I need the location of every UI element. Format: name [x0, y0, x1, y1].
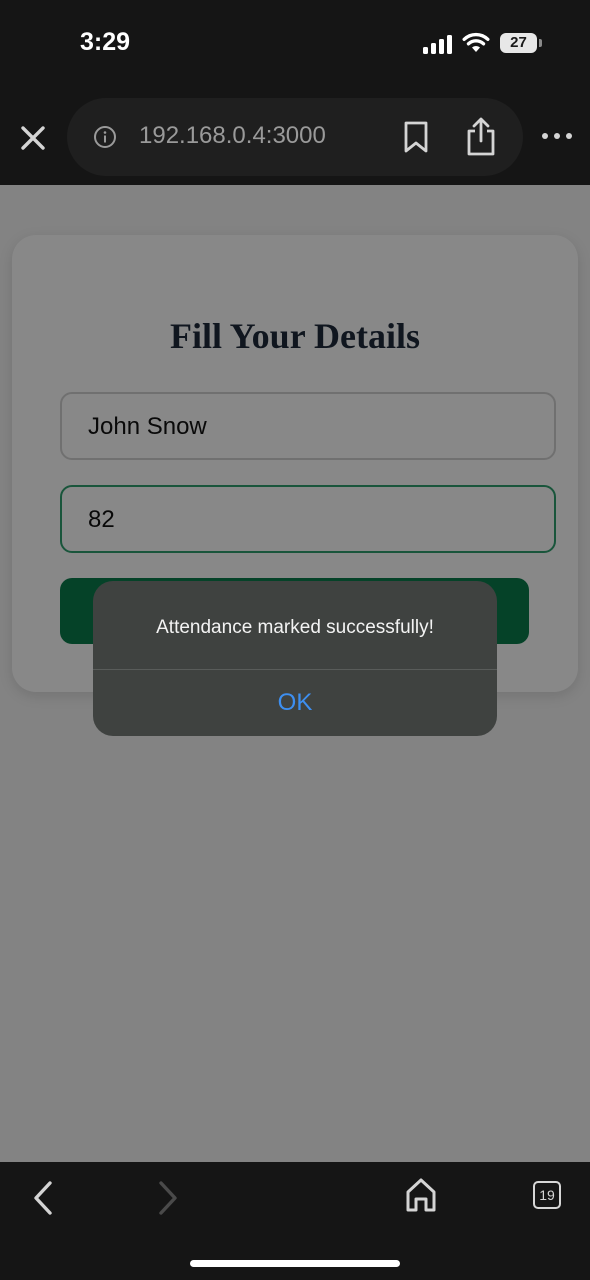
home-indicator[interactable]: [190, 1260, 400, 1267]
browser-bottom-bar: 19: [0, 1162, 590, 1280]
close-icon[interactable]: [18, 123, 48, 153]
forward-icon[interactable]: [155, 1180, 181, 1216]
wifi-icon: [462, 32, 490, 52]
back-icon[interactable]: [30, 1180, 56, 1216]
bookmark-icon[interactable]: [403, 121, 429, 153]
alert-dialog: Attendance marked successfully! OK: [93, 581, 497, 736]
tabs-icon[interactable]: 19: [533, 1181, 561, 1209]
info-icon[interactable]: [93, 125, 117, 149]
battery-nub: [539, 39, 542, 47]
ok-button[interactable]: OK: [93, 670, 497, 736]
status-bar: 3:29 27: [0, 0, 590, 90]
more-icon[interactable]: [540, 126, 574, 146]
phone-screen: 3:29 27 192.168.0.4:3000 Fill Your Detai…: [0, 0, 590, 1280]
url-text[interactable]: 192.168.0.4:3000: [139, 122, 326, 150]
battery-icon: 27: [500, 33, 537, 53]
browser-toolbar: 192.168.0.4:3000: [0, 90, 590, 185]
signal-icon: [423, 35, 452, 54]
status-time: 3:29: [80, 28, 131, 56]
address-bar[interactable]: 192.168.0.4:3000: [67, 98, 523, 176]
alert-message: Attendance marked successfully!: [156, 617, 434, 638]
share-icon[interactable]: [465, 116, 497, 156]
home-icon[interactable]: [404, 1177, 438, 1213]
